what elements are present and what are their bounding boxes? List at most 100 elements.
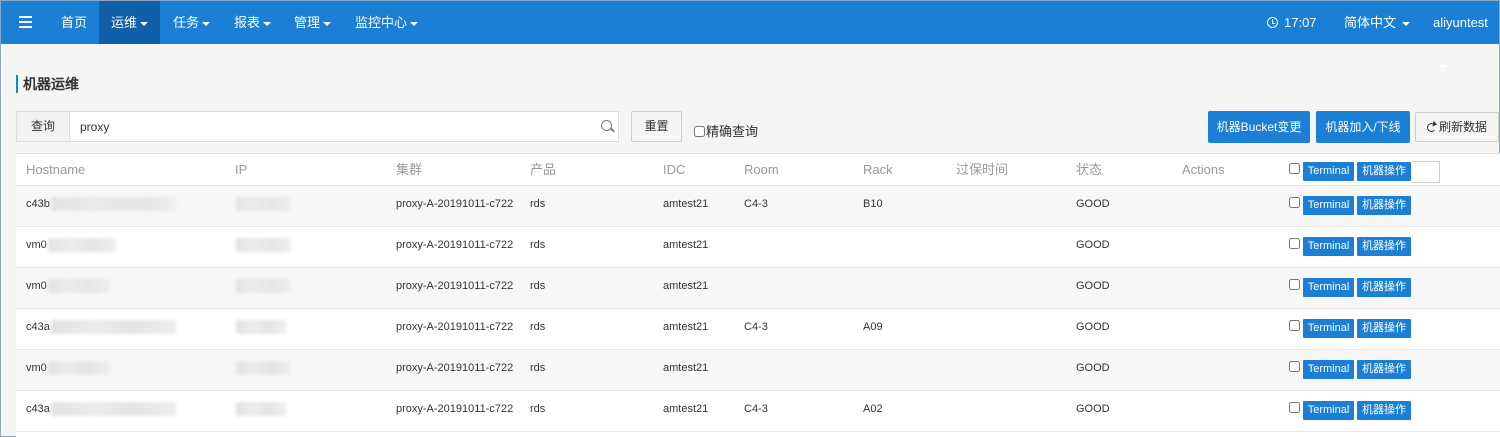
redacted-ip xyxy=(236,320,286,335)
col-header: 产品 xyxy=(530,162,557,177)
cell-cluster: proxy-A-20191011-c722 xyxy=(396,280,514,292)
cell-ip xyxy=(235,227,291,263)
machine-op-button[interactable]: 机器操作 xyxy=(1357,237,1411,256)
nav-item-reports[interactable]: 报表 xyxy=(222,1,283,44)
cell-hostname: c43b xyxy=(26,186,176,222)
nav-item-label: 首页 xyxy=(61,15,88,30)
col-header: Actions xyxy=(1182,162,1225,177)
terminal-button[interactable]: Terminal xyxy=(1303,319,1354,338)
bulk-terminal-button[interactable]: Terminal xyxy=(1303,162,1354,181)
terminal-button[interactable]: Terminal xyxy=(1303,278,1354,297)
select-all-checkbox[interactable] xyxy=(1289,163,1300,174)
refresh-button[interactable]: 刷新数据 xyxy=(1415,112,1499,142)
nav-item-admin[interactable]: 管理 xyxy=(282,1,343,44)
row-checkbox[interactable] xyxy=(1289,402,1300,413)
col-header: Room xyxy=(744,162,779,177)
nav-item-monitor[interactable]: 监控中心 xyxy=(343,1,430,44)
cell-cluster: proxy-A-20191011-c722 xyxy=(396,403,514,415)
cell-rack: A02 xyxy=(863,403,883,415)
redacted-ip xyxy=(236,279,291,294)
terminal-button[interactable]: Terminal xyxy=(1303,401,1354,420)
nav-clock: 17:07 xyxy=(1255,1,1329,44)
redacted-ip xyxy=(236,361,291,376)
machine-op-button[interactable]: 机器操作 xyxy=(1357,401,1411,420)
username-label: aliyuntest xyxy=(1433,15,1488,30)
cell-ip xyxy=(235,186,291,222)
cell-hostname: vm0 xyxy=(26,350,110,386)
table-row: vm0 proxy-A-20191011-c722 rds amtest21 G… xyxy=(16,350,1500,391)
cell-room: C4-3 xyxy=(744,321,768,333)
caret-down-icon xyxy=(263,21,272,26)
redacted-ip xyxy=(236,197,291,212)
col-header: IP xyxy=(235,162,248,177)
cell-hostname: vm0 xyxy=(26,268,110,304)
page-title: 机器运维 xyxy=(16,75,79,93)
top-navbar: 首页 运维 任务 报表 管理 监控中心 17:07 简体中文 aliyuntes… xyxy=(1,1,1500,69)
cell-hostname: c43a xyxy=(26,309,176,345)
nav-item-tasks[interactable]: 任务 xyxy=(161,1,222,44)
cell-idc: amtest21 xyxy=(663,239,709,251)
row-checkbox[interactable] xyxy=(1289,238,1300,249)
cell-cluster: proxy-A-20191011-c722 xyxy=(396,321,514,333)
caret-down-icon xyxy=(1439,64,1447,69)
row-checkbox[interactable] xyxy=(1289,361,1300,372)
search-addon-label: 查询 xyxy=(17,112,70,141)
table-header: Hostname IP 集群 产品 IDC Room Rack 过保时间 状态 … xyxy=(16,154,1500,186)
machine-table: Hostname IP 集群 产品 IDC Room Rack 过保时间 状态 … xyxy=(16,153,1500,437)
refresh-icon xyxy=(1426,123,1436,132)
user-dropdown[interactable]: aliyuntest xyxy=(1421,1,1500,69)
cell-product: rds xyxy=(530,280,546,292)
cell-idc: amtest21 xyxy=(663,362,709,374)
language-dropdown[interactable]: 简体中文 xyxy=(1332,1,1422,44)
table-row: c43b proxy-A-20191011-c722 rds amtest21 … xyxy=(16,186,1500,227)
menu-toggle-icon[interactable] xyxy=(19,16,32,28)
terminal-button[interactable]: Terminal xyxy=(1303,360,1354,379)
cell-cluster: proxy-A-20191011-c722 xyxy=(396,239,514,251)
hostname-text: c43a xyxy=(26,403,50,415)
exact-search-label: 精确查询 xyxy=(706,124,759,139)
cell-idc: amtest21 xyxy=(663,403,709,415)
exact-search-option[interactable]: 精确查询 xyxy=(694,121,758,140)
row-checkbox[interactable] xyxy=(1289,279,1300,290)
caret-down-icon xyxy=(1402,21,1411,26)
cell-status: GOOD xyxy=(1076,321,1110,333)
redacted-hostname xyxy=(47,279,110,294)
machine-op-button[interactable]: 机器操作 xyxy=(1357,360,1411,379)
nav-item-home[interactable]: 首页 xyxy=(49,1,99,44)
redacted-hostname xyxy=(47,238,116,253)
cell-ip xyxy=(235,391,286,427)
hostname-text: c43a xyxy=(26,321,50,333)
cell-status: GOOD xyxy=(1076,198,1110,210)
exact-search-checkbox[interactable] xyxy=(694,126,705,137)
cell-idc: amtest21 xyxy=(663,198,709,210)
col-header: Rack xyxy=(863,162,893,177)
search-input[interactable] xyxy=(71,112,591,141)
reset-button[interactable]: 重置 xyxy=(631,111,682,142)
cell-hostname: vm0 xyxy=(26,227,116,263)
nav-item-ops[interactable]: 运维 xyxy=(99,1,160,44)
header-divider xyxy=(1412,161,1440,183)
col-header: 集群 xyxy=(396,162,423,177)
col-header: Hostname xyxy=(26,162,86,177)
hostname-text: vm0 xyxy=(26,362,47,374)
caret-down-icon xyxy=(323,21,332,26)
cell-room: C4-3 xyxy=(744,198,768,210)
nav-item-label: 监控中心 xyxy=(355,15,408,30)
machine-op-button[interactable]: 机器操作 xyxy=(1357,278,1411,297)
join-leave-button[interactable]: 机器加入/下线 xyxy=(1316,111,1410,143)
bulk-machine-op-button[interactable]: 机器操作 xyxy=(1357,162,1411,181)
cell-status: GOOD xyxy=(1076,239,1110,251)
row-checkbox[interactable] xyxy=(1289,320,1300,331)
table-row: c43a proxy-A-20191011-c722 rds amtest21 … xyxy=(16,391,1500,432)
cell-ip xyxy=(235,350,291,386)
search-icon[interactable] xyxy=(601,120,612,131)
cell-idc: amtest21 xyxy=(663,321,709,333)
row-checkbox[interactable] xyxy=(1289,197,1300,208)
language-label: 简体中文 xyxy=(1344,15,1397,30)
bucket-change-button[interactable]: 机器Bucket变更 xyxy=(1208,111,1310,143)
machine-op-button[interactable]: 机器操作 xyxy=(1357,319,1411,338)
terminal-button[interactable]: Terminal xyxy=(1303,196,1354,215)
terminal-button[interactable]: Terminal xyxy=(1303,237,1354,256)
redacted-hostname xyxy=(50,320,176,335)
machine-op-button[interactable]: 机器操作 xyxy=(1357,196,1411,215)
